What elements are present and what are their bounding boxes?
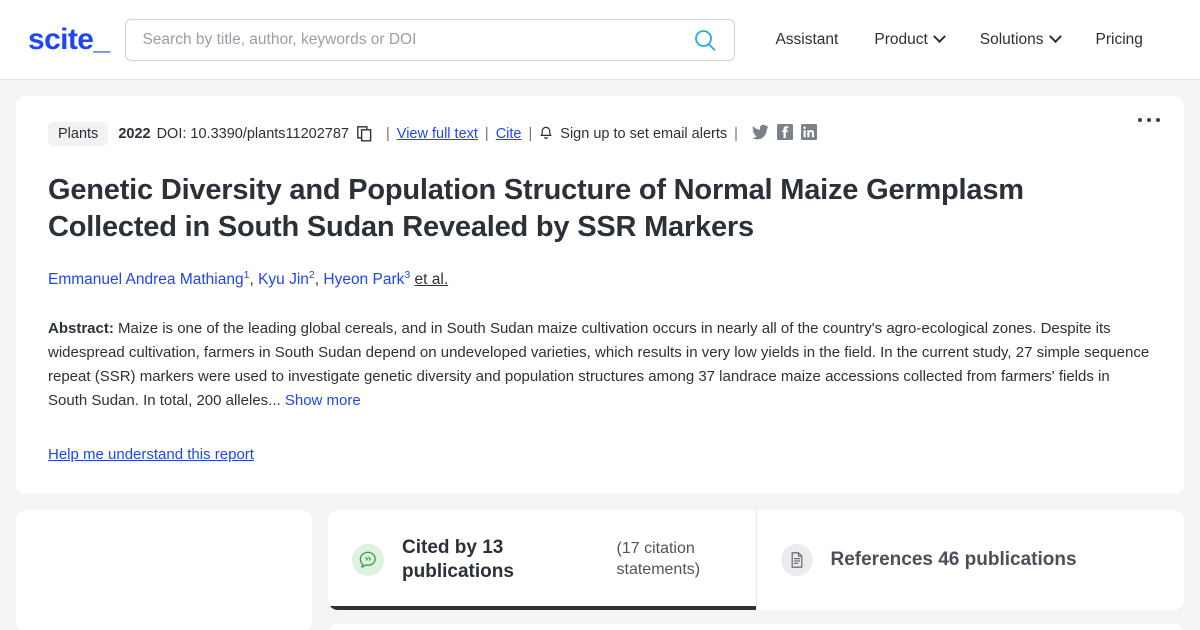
nav-item-assistant[interactable]: Assistant <box>757 31 856 49</box>
email-alerts-button[interactable]: Sign up to set email alerts <box>539 126 727 142</box>
tabs-column: Cited by 13 publications (17 citation st… <box>328 509 1184 630</box>
journal-badge[interactable]: Plants <box>48 122 109 146</box>
main-nav: Assistant Product Solutions Pricing <box>757 30 1161 49</box>
results-panel <box>328 624 1184 630</box>
nav-item-pricing[interactable]: Pricing <box>1078 31 1161 49</box>
author-link[interactable]: Kyu Jin2 <box>258 269 315 289</box>
author-name: Emmanuel Andrea Mathiang <box>48 271 244 289</box>
author-separator: , <box>249 271 259 289</box>
tab-cited-by[interactable]: Cited by 13 publications (17 citation st… <box>328 509 756 611</box>
publication-year: 2022 <box>118 126 151 142</box>
copy-icon[interactable] <box>357 126 372 142</box>
view-full-text-link[interactable]: View full text <box>397 126 478 142</box>
abstract-body: Maize is one of the leading global cerea… <box>48 319 1150 410</box>
meta-separator: | <box>484 126 489 142</box>
author-affiliation-marker: 3 <box>404 269 411 282</box>
nav-item-solutions[interactable]: Solutions <box>962 30 1078 49</box>
et-al-link[interactable]: et al. <box>415 271 449 288</box>
author-link[interactable]: Hyeon Park3 <box>323 269 411 289</box>
twitter-icon[interactable] <box>751 124 769 144</box>
bell-icon <box>539 126 553 142</box>
facebook-icon[interactable] <box>776 124 793 144</box>
tab-references[interactable]: References 46 publications <box>755 509 1184 611</box>
paper-meta-row: Plants 2022 DOI: 10.3390/plants11202787 … <box>48 122 1152 146</box>
show-more-link[interactable]: Show more <box>285 392 361 409</box>
author-list: Emmanuel Andrea Mathiang1, Kyu Jin2, Hye… <box>48 269 1152 290</box>
quote-bubble-icon <box>352 544 384 577</box>
scite-logo[interactable]: scite_ <box>28 24 110 55</box>
cite-link[interactable]: Cite <box>496 126 522 142</box>
page-title: Genetic Diversity and Population Structu… <box>48 174 1024 244</box>
paper-card: Plants 2022 DOI: 10.3390/plants11202787 … <box>16 96 1184 494</box>
linkedin-icon[interactable] <box>800 124 817 144</box>
nav-item-product[interactable]: Product <box>856 30 961 49</box>
abstract-text: Abstract: Maize is one of the leading gl… <box>48 317 1152 414</box>
search-icon[interactable] <box>692 27 718 53</box>
doi-text: DOI: 10.3390/plants11202787 <box>156 126 349 142</box>
document-icon <box>780 544 813 577</box>
social-share-group <box>751 124 817 144</box>
site-header: scite_ Assistant Product Solutions Prici… <box>0 0 1200 80</box>
search-box[interactable] <box>125 18 736 61</box>
abstract-label: Abstract: <box>48 319 114 337</box>
sidebar-panel <box>16 509 312 630</box>
nav-item-label: Product <box>874 30 928 48</box>
author-name: Hyeon Park <box>323 271 405 289</box>
citation-tabs: Cited by 13 publications (17 citation st… <box>328 509 1184 611</box>
more-options-icon[interactable] <box>1138 118 1160 122</box>
nav-item-label: Solutions <box>979 30 1044 48</box>
email-alerts-label: Sign up to set email alerts <box>560 126 728 142</box>
lower-section: Cited by 13 publications (17 citation st… <box>0 494 1200 630</box>
help-understand-report-link[interactable]: Help me understand this report <box>48 446 254 463</box>
tab-cited-by-label: Cited by 13 publications <box>402 536 514 583</box>
author-name: Kyu Jin <box>258 271 309 289</box>
tab-references-label: References 46 publications <box>830 548 1077 570</box>
chevron-down-icon <box>932 30 946 44</box>
meta-separator: | <box>734 126 738 142</box>
nav-item-label: Assistant <box>775 30 839 48</box>
meta-separator: | <box>528 126 533 142</box>
author-link[interactable]: Emmanuel Andrea Mathiang1 <box>48 269 249 289</box>
tab-cited-by-sub: (17 citation statements) <box>616 540 701 579</box>
meta-separator: | <box>386 126 390 142</box>
chevron-down-icon <box>1048 30 1062 44</box>
search-input[interactable] <box>142 30 685 49</box>
page-body: Plants 2022 DOI: 10.3390/plants11202787 … <box>0 80 1200 494</box>
nav-item-label: Pricing <box>1095 30 1143 48</box>
